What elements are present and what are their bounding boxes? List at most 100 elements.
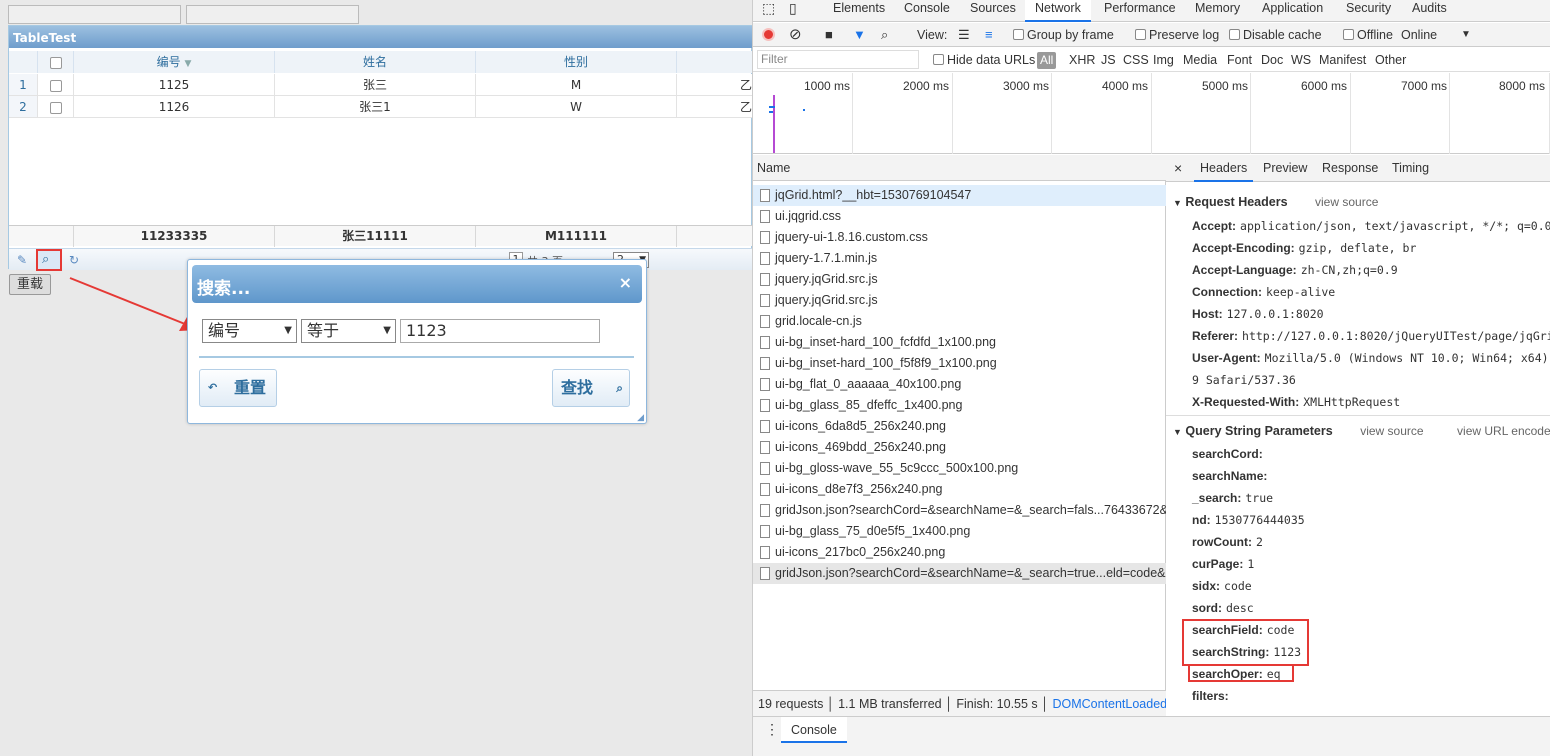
request-row[interactable]: jquery-1.7.1.min.js xyxy=(753,248,1166,269)
close-icon[interactable]: × xyxy=(619,273,632,292)
type-filter-all[interactable]: All xyxy=(1037,52,1057,69)
request-row[interactable]: ui-bg_inset-hard_100_fcfdfd_1x100.png xyxy=(753,332,1166,353)
offline-checkbox[interactable]: Offline xyxy=(1343,23,1393,47)
chevron-down-icon[interactable]: ▼ xyxy=(1461,23,1471,47)
query-params-section[interactable]: ▼ Query String Parameters view source vi… xyxy=(1173,424,1550,438)
row-checkbox[interactable] xyxy=(38,74,74,96)
table-row[interactable]: 2 1126 张三1 W 乙 xyxy=(9,96,752,118)
console-tab[interactable]: Console xyxy=(781,717,847,743)
type-filter-xhr[interactable]: XHR xyxy=(1069,48,1095,72)
request-row[interactable]: ui-icons_d8e7f3_256x240.png xyxy=(753,479,1166,500)
tab-network[interactable]: Network xyxy=(1025,0,1091,22)
reset-button[interactable]: ↶ 重置 xyxy=(199,369,277,407)
request-row[interactable]: ui-bg_gloss-wave_55_5c9ccc_500x100.png xyxy=(753,458,1166,479)
type-filter-img[interactable]: Img xyxy=(1153,48,1174,72)
request-row[interactable]: jquery.jqGrid.src.js xyxy=(753,290,1166,311)
header-sex[interactable]: 性别 xyxy=(476,51,677,73)
tab-timing[interactable]: Timing xyxy=(1392,155,1429,182)
header-name[interactable]: 姓名 xyxy=(275,51,476,73)
type-filter-css[interactable]: CSS xyxy=(1123,48,1149,72)
close-icon[interactable]: × xyxy=(1174,155,1182,182)
dialog-title-bar[interactable]: 搜索... × xyxy=(192,265,642,303)
clear-icon[interactable]: ⊘ xyxy=(789,23,802,47)
throttle-select[interactable]: Online xyxy=(1401,23,1437,47)
timeline-label: 8000 ms xyxy=(1498,79,1545,93)
tab-elements[interactable]: Elements xyxy=(833,0,885,22)
search-icon[interactable]: ⌕ xyxy=(881,23,888,47)
tab-application[interactable]: Application xyxy=(1262,0,1323,22)
header-select-all[interactable] xyxy=(38,51,74,73)
request-headers-section[interactable]: ▼ Request Headers view source xyxy=(1173,195,1378,209)
type-filter-js[interactable]: JS xyxy=(1101,48,1116,72)
find-button[interactable]: 查找 ⌕ xyxy=(552,369,630,407)
type-filter-other[interactable]: Other xyxy=(1375,48,1406,72)
list-view-icon[interactable]: ☰ xyxy=(958,23,970,47)
tab-headers[interactable]: Headers xyxy=(1194,155,1254,182)
edit-icon[interactable]: ✎ xyxy=(15,253,29,267)
waterfall-view-icon[interactable]: ≡ xyxy=(985,23,993,47)
request-row[interactable]: ui-icons_6da8d5_256x240.png xyxy=(753,416,1166,437)
refresh-icon[interactable]: ↻ xyxy=(67,253,81,267)
group-by-frame-checkbox[interactable]: Group by frame xyxy=(1013,23,1114,47)
footer-sex: M111111 xyxy=(476,226,677,247)
file-icon xyxy=(760,294,770,307)
query-params-title: Query String Parameters xyxy=(1185,424,1333,438)
request-row[interactable]: ui-bg_flat_0_aaaaaa_40x100.png xyxy=(753,374,1166,395)
camera-icon[interactable]: ■ xyxy=(825,23,833,47)
request-row[interactable]: jqGrid.html?__hbt=1530769104547 xyxy=(753,185,1166,206)
tab-response[interactable]: Response xyxy=(1322,155,1378,182)
filter-input[interactable]: Filter xyxy=(757,50,919,69)
device-toolbar-icon[interactable]: ▯ xyxy=(789,0,797,22)
disable-cache-checkbox[interactable]: Disable cache xyxy=(1229,23,1322,47)
request-row[interactable]: gridJson.json?searchCord=&searchName=&_s… xyxy=(753,563,1166,584)
filter-icon[interactable]: ▼ xyxy=(853,23,866,47)
more-icon[interactable]: ⋮ xyxy=(765,721,779,738)
hide-data-urls-checkbox[interactable]: Hide data URLs xyxy=(933,48,1035,72)
top-input-2[interactable] xyxy=(186,5,359,24)
request-row[interactable]: ui-icons_469bdd_256x240.png xyxy=(753,437,1166,458)
timeline-label: 7000 ms xyxy=(1400,79,1447,93)
row-checkbox[interactable] xyxy=(38,96,74,118)
table-row[interactable]: 1 1125 张三 M 乙 xyxy=(9,74,752,96)
field-select[interactable]: 编号 ▼ xyxy=(202,319,297,343)
request-row[interactable]: ui.jqgrid.css xyxy=(753,206,1166,227)
chevron-down-icon: ▼ xyxy=(284,325,292,336)
timeline-overview[interactable]: 1000 ms 2000 ms 3000 ms 4000 ms 5000 ms … xyxy=(753,73,1550,154)
reload-button[interactable]: 重载 xyxy=(9,274,51,295)
type-filter-manifest[interactable]: Manifest xyxy=(1319,48,1366,72)
request-row[interactable]: jquery.jqGrid.src.js xyxy=(753,269,1166,290)
tab-sources[interactable]: Sources xyxy=(970,0,1016,22)
tab-memory[interactable]: Memory xyxy=(1195,0,1240,22)
inspect-icon[interactable]: ⬚ xyxy=(762,0,775,22)
type-filter-media[interactable]: Media xyxy=(1183,48,1217,72)
request-row[interactable]: gridJson.json?searchCord=&searchName=&_s… xyxy=(753,500,1166,521)
request-row[interactable]: ui-bg_inset-hard_100_f5f8f9_1x100.png xyxy=(753,353,1166,374)
top-input-1[interactable] xyxy=(8,5,181,24)
type-filter-doc[interactable]: Doc xyxy=(1261,48,1283,72)
record-icon[interactable] xyxy=(762,28,775,41)
header-code[interactable]: 编号 ▼ xyxy=(74,51,275,73)
search-value-input[interactable]: 1123 xyxy=(400,319,600,343)
request-row[interactable]: ui-icons_217bc0_256x240.png xyxy=(753,542,1166,563)
type-filter-font[interactable]: Font xyxy=(1227,48,1252,72)
request-row[interactable]: ui-bg_glass_85_dfeffc_1x400.png xyxy=(753,395,1166,416)
operator-select[interactable]: 等于 ▼ xyxy=(301,319,396,343)
tab-performance[interactable]: Performance xyxy=(1104,0,1176,22)
type-filter-ws[interactable]: WS xyxy=(1291,48,1311,72)
arrow-annotation xyxy=(69,277,198,331)
view-source-link[interactable]: view source xyxy=(1315,195,1378,209)
file-icon xyxy=(760,525,770,538)
tab-security[interactable]: Security xyxy=(1346,0,1391,22)
view-source-link[interactable]: view source xyxy=(1360,424,1423,438)
search-button[interactable]: ⌕ xyxy=(36,249,62,271)
name-column-header[interactable]: Name xyxy=(753,155,1166,181)
view-url-encoded-link[interactable]: view URL encoded xyxy=(1457,424,1550,438)
request-row[interactable]: grid.locale-cn.js xyxy=(753,311,1166,332)
tab-console[interactable]: Console xyxy=(904,0,950,22)
request-row[interactable]: ui-bg_glass_75_d0e5f5_1x400.png xyxy=(753,521,1166,542)
tab-preview[interactable]: Preview xyxy=(1263,155,1307,182)
tab-audits[interactable]: Audits xyxy=(1412,0,1447,22)
resize-handle-icon[interactable]: ◢ xyxy=(637,413,644,423)
preserve-log-checkbox[interactable]: Preserve log xyxy=(1135,23,1219,47)
request-row[interactable]: jquery-ui-1.8.16.custom.css xyxy=(753,227,1166,248)
